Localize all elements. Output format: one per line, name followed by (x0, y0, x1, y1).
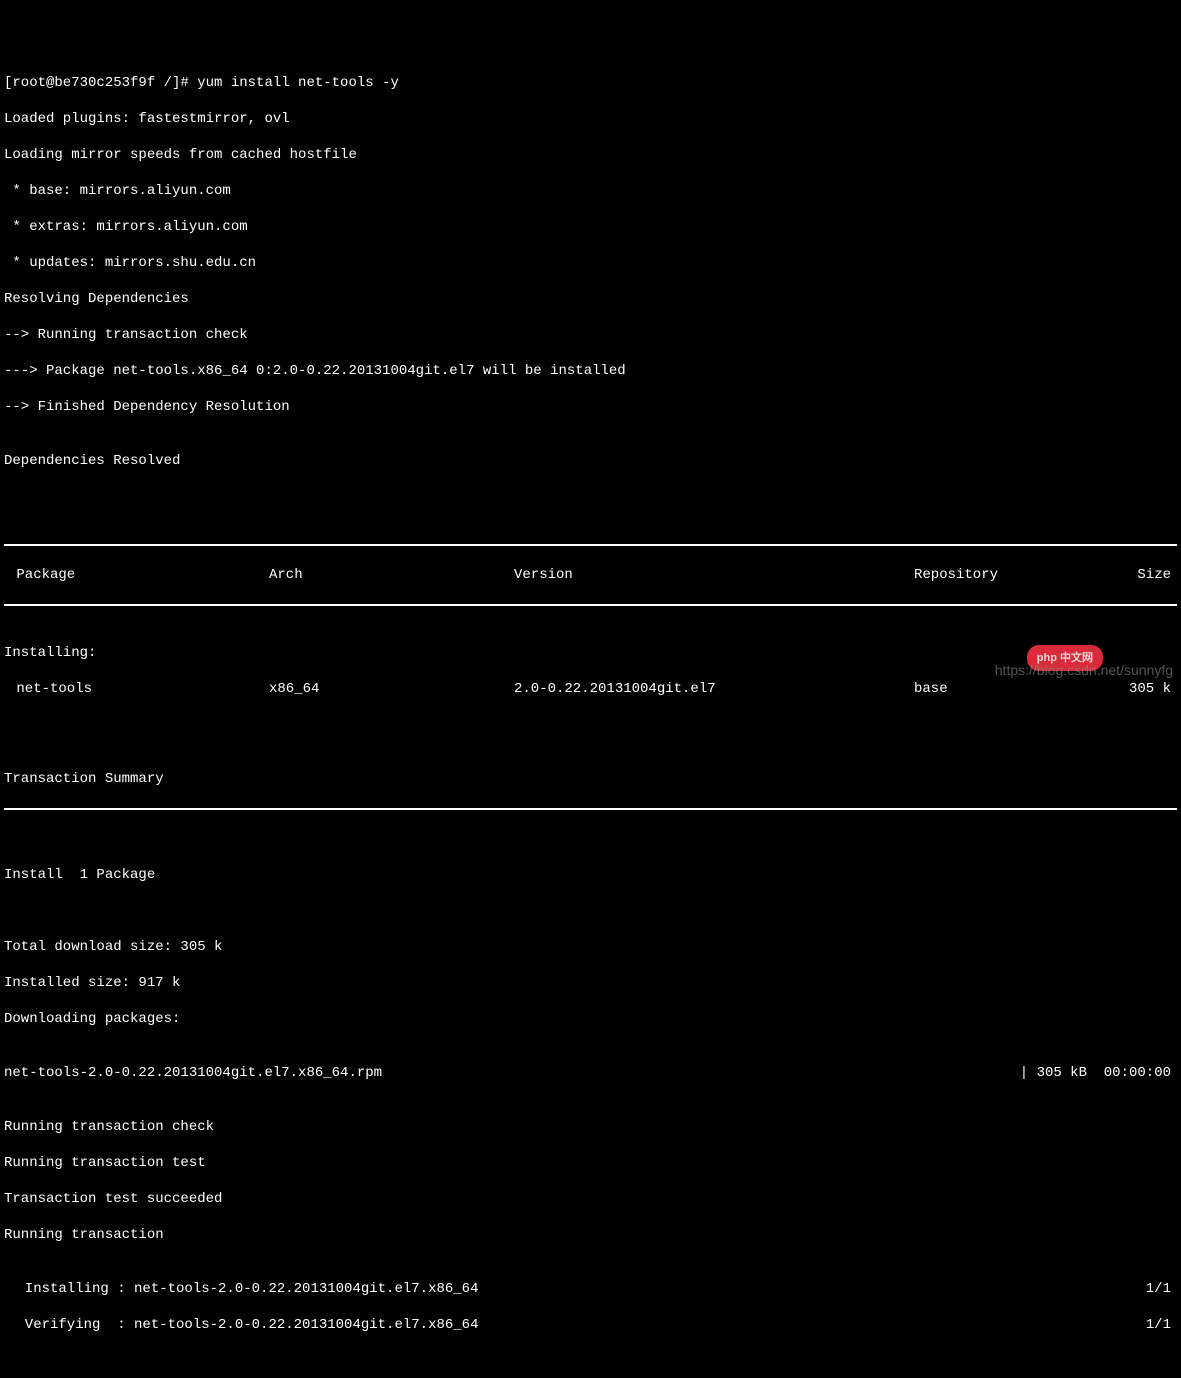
install-step-row: Installing : net-tools-2.0-0.22.20131004… (4, 1280, 1177, 1298)
col-header-repository: Repository (914, 566, 1107, 584)
output-line: Dependencies Resolved (4, 452, 1177, 470)
blank-line (4, 830, 1177, 848)
output-line: ---> Package net-tools.x86_64 0:2.0-0.22… (4, 362, 1177, 380)
col-header-version: Version (514, 566, 914, 584)
download-file: net-tools-2.0-0.22.20131004git.el7.x86_6… (4, 1064, 1004, 1082)
blank-line (4, 506, 1177, 524)
output-line: Resolving Dependencies (4, 290, 1177, 308)
output-line: * updates: mirrors.shu.edu.cn (4, 254, 1177, 272)
cell-repository: base (914, 680, 1107, 698)
install-step-left: Verifying : net-tools-2.0-0.22.20131004g… (4, 1316, 1117, 1334)
output-line: Downloading packages: (4, 1010, 1177, 1028)
output-line: Running transaction check (4, 1118, 1177, 1136)
cell-version: 2.0-0.22.20131004git.el7 (514, 680, 914, 698)
output-line: Loading mirror speeds from cached hostfi… (4, 146, 1177, 164)
watermark-text: https://blog.csdn.net/sunnyfg (995, 661, 1173, 679)
install-step-row: Verifying : net-tools-2.0-0.22.20131004g… (4, 1316, 1177, 1334)
output-line: Transaction test succeeded (4, 1190, 1177, 1208)
install-step-right: 1/1 (1117, 1316, 1177, 1334)
output-line: Running transaction (4, 1226, 1177, 1244)
output-line: Running transaction test (4, 1154, 1177, 1172)
transaction-summary-header: Transaction Summary (4, 770, 1177, 788)
col-header-arch: Arch (269, 566, 514, 584)
table-row: net-tools x86_64 2.0-0.22.20131004git.el… (4, 680, 1177, 698)
install-count: Install 1 Package (4, 866, 1177, 884)
cell-size: 305 k (1107, 680, 1177, 698)
table-header-row: Package Arch Version Repository Size (4, 566, 1177, 584)
download-stat: | 305 kB 00:00:00 (1004, 1064, 1177, 1082)
output-line: --> Running transaction check (4, 326, 1177, 344)
table-top-divider (4, 544, 1177, 546)
shell-prompt: [root@be730c253f9f /]# yum install net-t… (4, 74, 1177, 92)
install-step-left: Installing : net-tools-2.0-0.22.20131004… (4, 1280, 1117, 1298)
output-line: Loaded plugins: fastestmirror, ovl (4, 110, 1177, 128)
col-header-package: Package (4, 566, 269, 584)
cell-package: net-tools (4, 680, 269, 698)
output-line: * extras: mirrors.aliyun.com (4, 218, 1177, 236)
table-header-divider (4, 604, 1177, 606)
cell-arch: x86_64 (269, 680, 514, 698)
summary-divider (4, 808, 1177, 810)
blank-line (4, 716, 1177, 734)
install-step-right: 1/1 (1117, 1280, 1177, 1298)
output-line: * base: mirrors.aliyun.com (4, 182, 1177, 200)
col-header-size: Size (1107, 566, 1177, 584)
blank-line (4, 1370, 1177, 1378)
download-line: net-tools-2.0-0.22.20131004git.el7.x86_6… (4, 1064, 1177, 1082)
output-line: Total download size: 305 k (4, 938, 1177, 956)
output-line: --> Finished Dependency Resolution (4, 398, 1177, 416)
installing-header: Installing: (4, 644, 1177, 662)
output-line: Installed size: 917 k (4, 974, 1177, 992)
